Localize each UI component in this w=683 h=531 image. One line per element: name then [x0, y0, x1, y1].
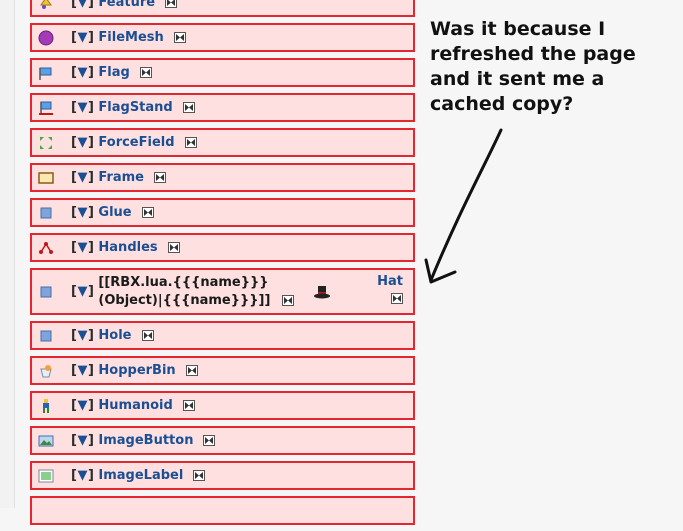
list-item: [▼] Humanoid: [30, 391, 415, 420]
class-link[interactable]: FlagStand: [98, 100, 172, 115]
filemesh-icon: [37, 29, 55, 47]
class-link[interactable]: Frame: [98, 170, 144, 185]
expand-toggle[interactable]: [▼]: [71, 30, 94, 45]
flagstand-icon: [37, 99, 55, 117]
unparsed-template-text: [[RBX.lua.{{{name}}} (Object)|{{{name}}}…: [98, 274, 270, 310]
list-item: [▼] Glue: [30, 198, 415, 227]
class-link[interactable]: ForceField: [98, 135, 174, 150]
collapse-icon[interactable]: [282, 295, 295, 306]
glue-icon: [37, 204, 55, 222]
flag-icon: [37, 64, 55, 82]
imagebutton-icon: [37, 432, 55, 450]
collapse-icon[interactable]: [193, 470, 206, 481]
collapse-icon[interactable]: [139, 67, 152, 78]
collapse-icon[interactable]: [182, 102, 195, 113]
forcefield-icon: [37, 134, 55, 152]
list-item: [▼] Feature: [30, 0, 415, 17]
template-line-1: [[RBX.lua.{{{name}}}: [98, 274, 269, 290]
template-line-2: (Object)|{{{name}}}]]: [98, 292, 271, 308]
box-icon: [37, 283, 55, 301]
class-link[interactable]: ImageButton: [98, 433, 193, 448]
note-line-4: cached copy?: [430, 93, 574, 115]
expand-toggle[interactable]: [▼]: [71, 65, 94, 80]
expand-toggle[interactable]: [▼]: [71, 328, 94, 343]
list-item: [▼] ImageLabel: [30, 461, 415, 490]
class-link[interactable]: Handles: [98, 240, 157, 255]
collapse-icon[interactable]: [173, 32, 186, 43]
list-item: [▼] FlagStand: [30, 93, 415, 122]
expand-toggle[interactable]: [▼]: [71, 433, 94, 448]
collapse-icon[interactable]: [203, 435, 216, 446]
expand-toggle[interactable]: [▼]: [71, 363, 94, 378]
expand-toggle[interactable]: [▼]: [71, 240, 94, 255]
collapse-icon[interactable]: [141, 207, 154, 218]
class-link[interactable]: Glue: [98, 205, 131, 220]
top-hat-icon: [313, 284, 331, 303]
list-item: [▼] Hole: [30, 321, 415, 350]
class-link[interactable]: Flag: [98, 65, 129, 80]
list-item: [▼] Handles: [30, 233, 415, 262]
collapse-icon[interactable]: [167, 242, 180, 253]
left-gutter: [0, 0, 15, 508]
collapse-icon[interactable]: [154, 172, 167, 183]
feature-icon: [37, 0, 55, 12]
hole-icon: [37, 327, 55, 345]
class-link[interactable]: FileMesh: [98, 30, 163, 45]
list-item-partial: [30, 496, 415, 525]
list-item: [▼] Frame: [30, 163, 415, 192]
class-link[interactable]: Hole: [98, 328, 131, 343]
annotation-arrow: [424, 128, 503, 284]
collapse-icon[interactable]: [185, 365, 198, 376]
class-link[interactable]: ImageLabel: [98, 468, 183, 483]
hopperbin-icon: [37, 362, 55, 380]
note-line-3: and it sent me a: [430, 68, 605, 90]
list-item-broken-template: [▼] [[RBX.lua.{{{name}}} (Object)|{{{nam…: [30, 268, 415, 315]
handles-icon: [37, 239, 55, 257]
expand-toggle[interactable]: [▼]: [71, 135, 94, 150]
list-item: [▼] HopperBin: [30, 356, 415, 385]
collapse-icon[interactable]: [184, 137, 197, 148]
collapse-icon[interactable]: [391, 293, 403, 304]
note-line-2: refreshed the page: [430, 43, 636, 65]
expand-toggle[interactable]: [▼]: [71, 100, 94, 115]
expand-toggle[interactable]: [▼]: [71, 284, 94, 299]
humanoid-icon: [37, 397, 55, 415]
list-item: [▼] ImageButton: [30, 426, 415, 455]
note-line-1: Was it because I: [430, 18, 606, 40]
expand-toggle[interactable]: [▼]: [71, 205, 94, 220]
hat-link-group: Hat: [377, 274, 403, 308]
collapse-icon[interactable]: [165, 0, 178, 8]
expand-toggle[interactable]: [▼]: [71, 0, 94, 10]
class-link[interactable]: Humanoid: [98, 398, 172, 413]
collapse-icon[interactable]: [141, 330, 154, 341]
class-list: [▼] Feature [▼] FileMesh [▼] Flag [▼] Fl…: [30, 0, 415, 531]
annotation-note: Was it because I refreshed the page and …: [430, 17, 670, 117]
collapse-icon[interactable]: [182, 400, 195, 411]
imagelabel-icon: [37, 467, 55, 485]
hat-link[interactable]: Hat: [377, 274, 403, 289]
class-link[interactable]: Feature: [98, 0, 155, 10]
expand-toggle[interactable]: [▼]: [71, 468, 94, 483]
list-item: [▼] ForceField: [30, 128, 415, 157]
frame-icon: [37, 169, 55, 187]
class-link[interactable]: HopperBin: [98, 363, 175, 378]
list-item: [▼] FileMesh: [30, 23, 415, 52]
expand-toggle[interactable]: [▼]: [71, 170, 94, 185]
list-item: [▼] Flag: [30, 58, 415, 87]
expand-toggle[interactable]: [▼]: [71, 398, 94, 413]
